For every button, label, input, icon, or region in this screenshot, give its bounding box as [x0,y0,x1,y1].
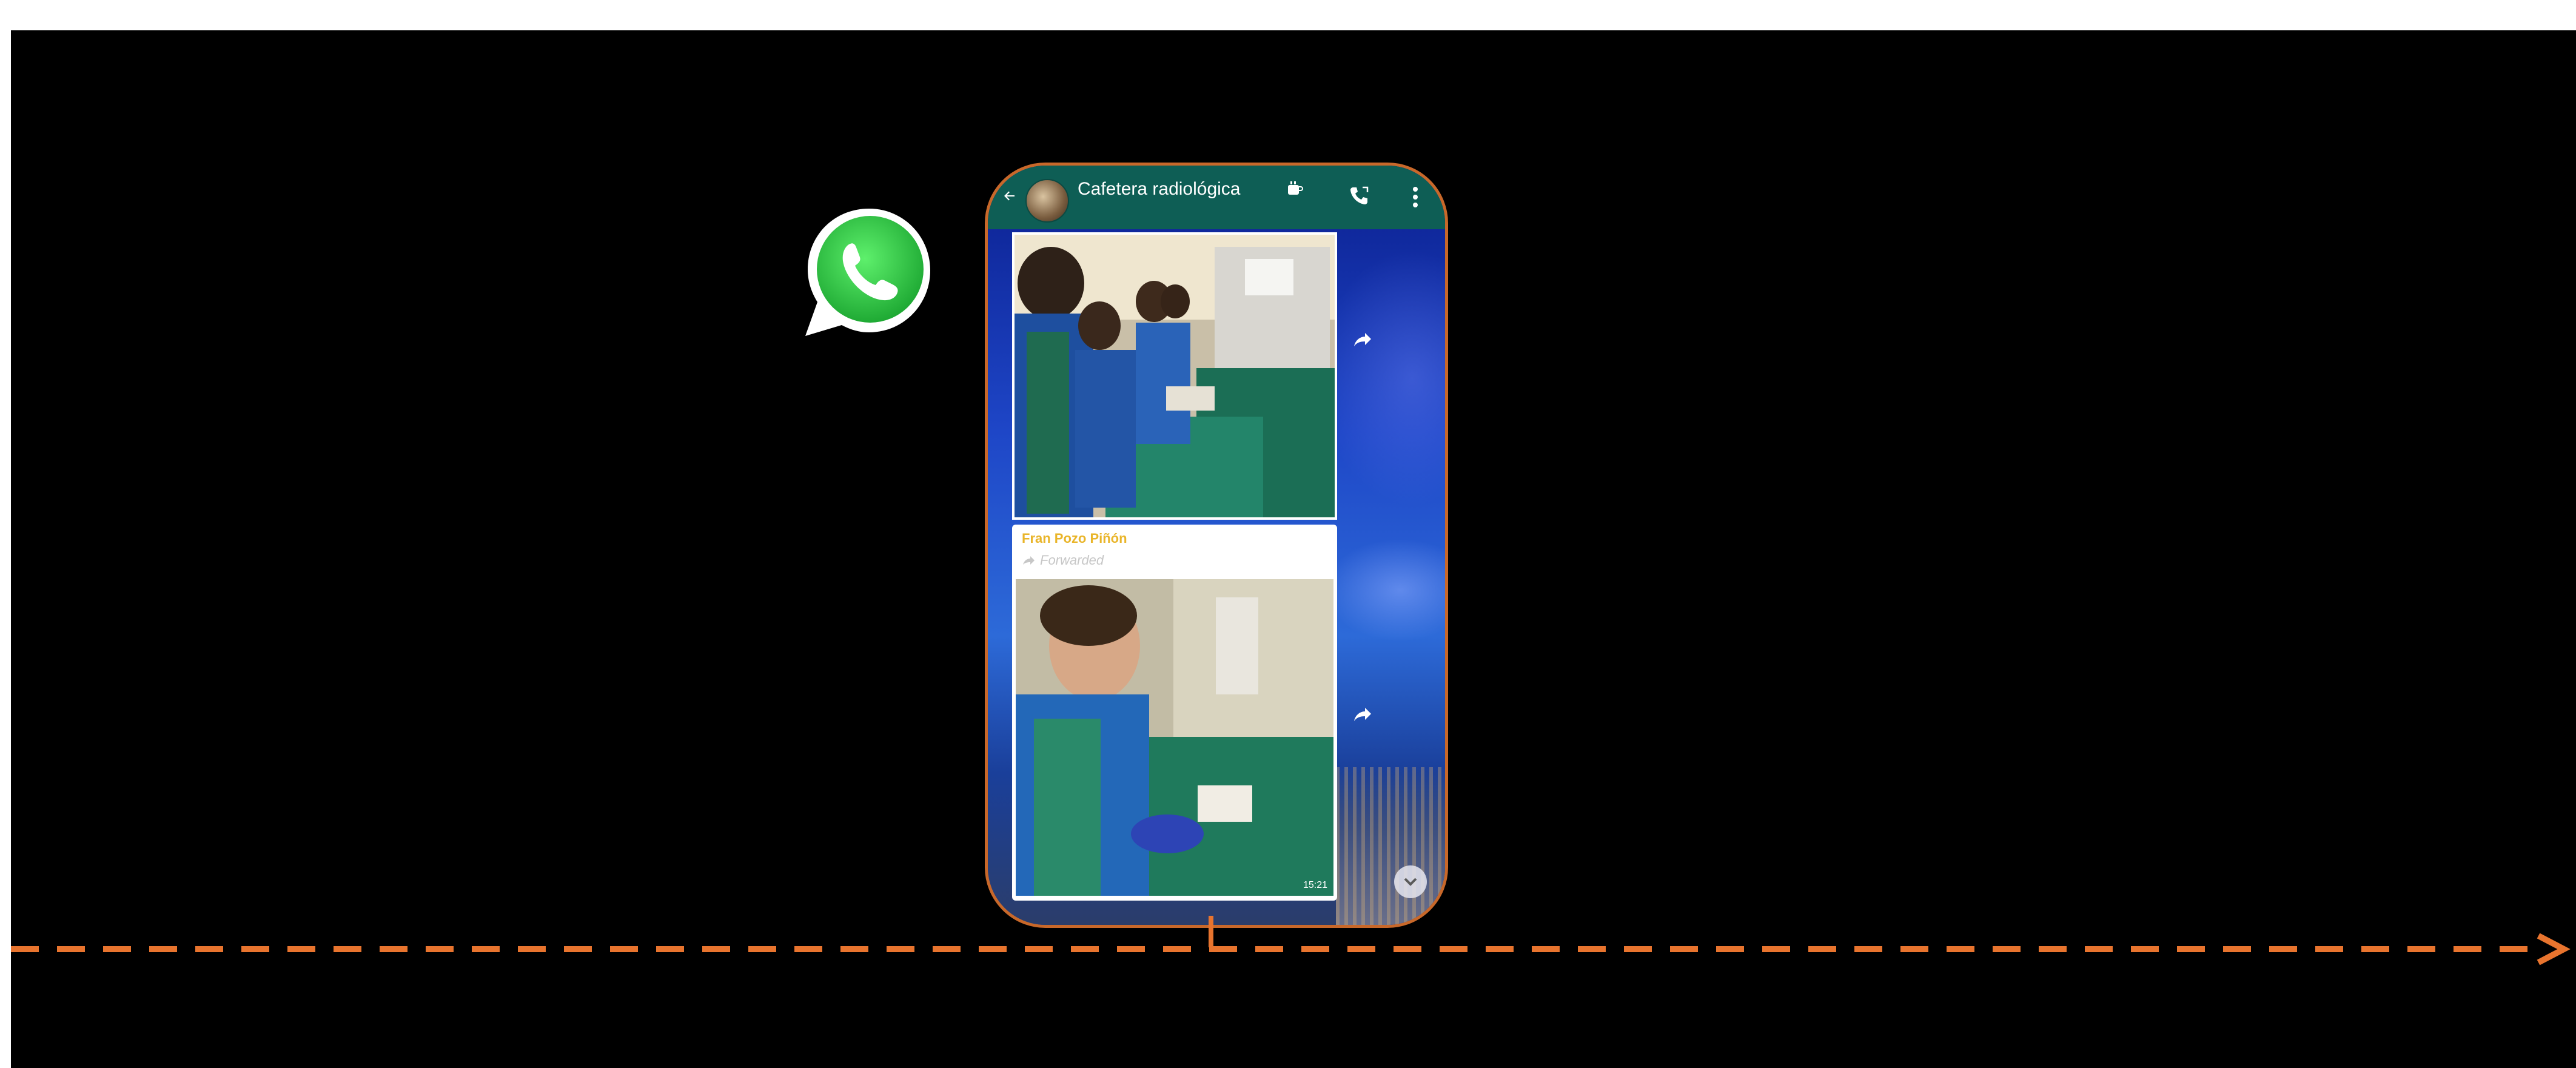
more-vertical-icon[interactable] [1412,186,1418,208]
phone-screenshot: Cafetera radiológica Fran Pozo Piñón For… [985,163,1448,928]
timeline-arrow [11,933,2571,966]
phone-call-icon[interactable] [1347,184,1371,208]
avatar[interactable] [1025,179,1069,223]
chat-title[interactable]: Cafetera radiológica [1078,179,1241,200]
canvas: Cafetera radiológica Fran Pozo Piñón For… [11,30,2576,1068]
message-photo[interactable] [1012,232,1337,520]
forwarded-text: Forwarded [1040,552,1104,568]
message-photo[interactable]: 15:21 [1016,579,1333,896]
share-forward-icon[interactable] [1349,703,1374,727]
sender-name: Fran Pozo Piñón [1022,531,1127,546]
operating-room-photo [1015,235,1335,517]
forwarded-label: Forwarded [1022,552,1104,568]
coffee-icon [1288,181,1303,195]
forwarded-arrow-icon [1023,556,1035,565]
chevron-down-icon [1404,878,1417,886]
message-time: 15:21 [1303,880,1327,890]
scroll-down-button[interactable] [1394,865,1427,898]
share-forward-icon[interactable] [1349,328,1374,352]
forwarded-message-bubble[interactable]: Fran Pozo Piñón Forwarded 15:21 [1012,525,1337,901]
chat-header: Cafetera radiológica [988,166,1445,229]
whatsapp-icon [805,209,930,336]
wallpaper-city [1336,767,1445,925]
back-arrow-icon[interactable] [1002,189,1017,203]
operating-room-photo [1016,579,1333,896]
